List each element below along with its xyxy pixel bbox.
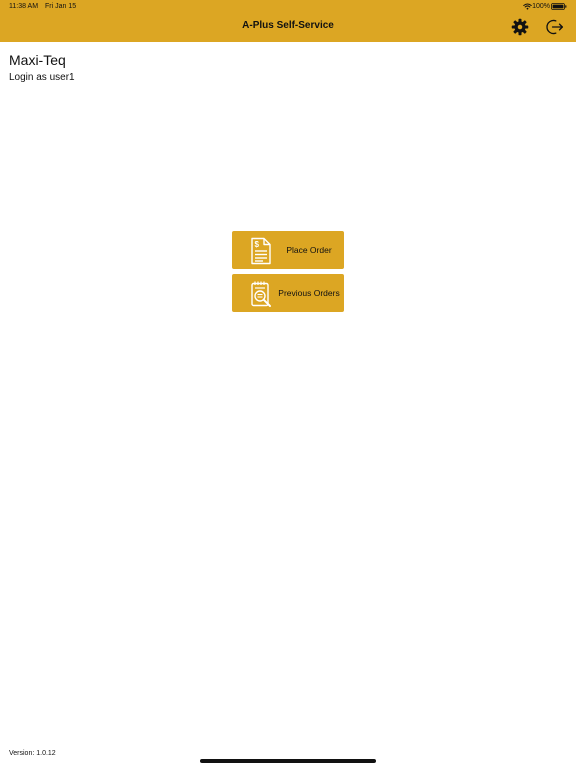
wifi-icon <box>523 3 532 10</box>
logout-icon <box>546 19 564 35</box>
battery-icon <box>551 3 567 10</box>
login-status: Login as user1 <box>9 72 75 83</box>
battery-percent: 100% <box>532 3 550 10</box>
status-date: Fri Jan 15 <box>45 3 77 10</box>
place-order-button[interactable]: $ Place Order <box>232 231 344 269</box>
logout-button[interactable] <box>545 18 565 36</box>
status-time: 11:38 AM <box>9 3 39 10</box>
gear-icon <box>511 18 529 36</box>
place-order-label: Place Order <box>286 244 332 255</box>
home-indicator[interactable] <box>200 759 376 763</box>
company-name: Maxi-Teq <box>9 52 66 68</box>
invoice-dollar-icon: $ <box>251 237 271 265</box>
app-header: 11:38 AM Fri Jan 15 100% A-Plus Self-Ser… <box>0 0 576 42</box>
svg-text:$: $ <box>255 240 260 249</box>
previous-orders-button[interactable]: Previous Orders <box>232 274 344 312</box>
order-history-icon <box>251 281 271 307</box>
settings-button[interactable] <box>511 18 529 36</box>
previous-orders-label: Previous Orders <box>278 287 340 298</box>
version-label: Version: 1.0.12 <box>9 750 56 757</box>
app-title: A-Plus Self-Service <box>242 20 334 31</box>
